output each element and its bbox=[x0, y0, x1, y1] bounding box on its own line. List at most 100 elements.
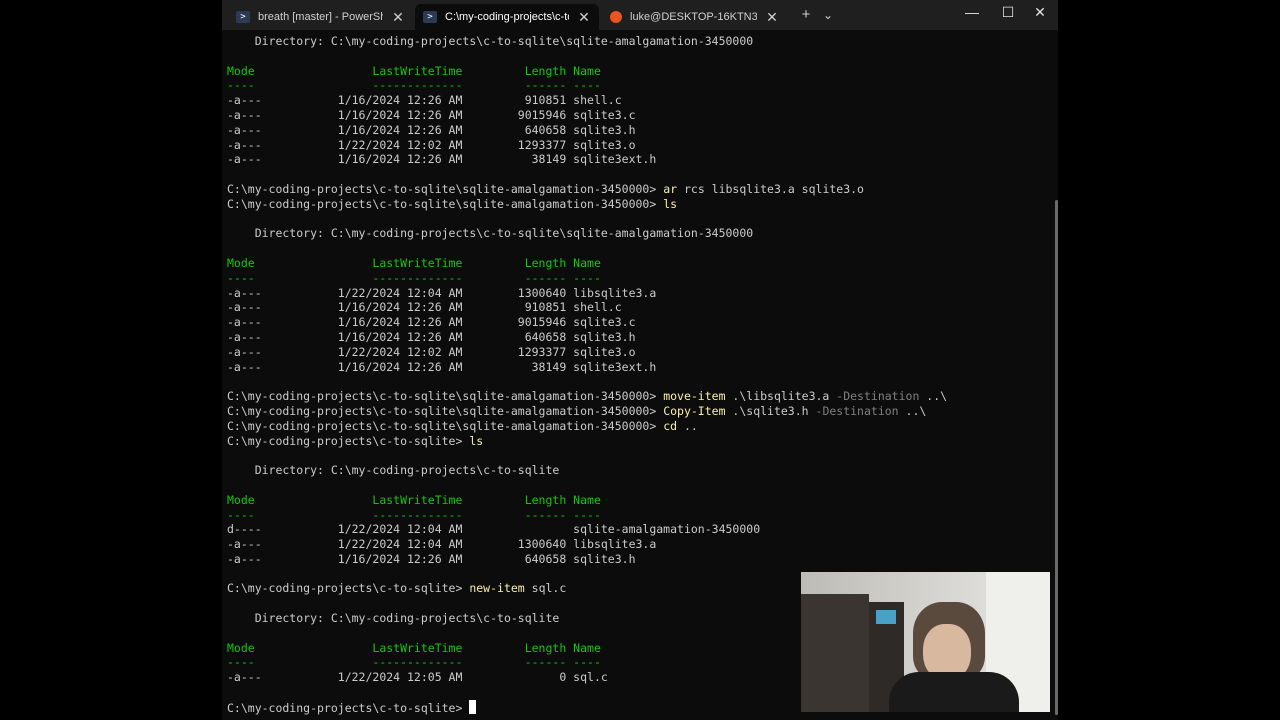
terminal-line: -a--- 1/16/2024 12:26 AM 9015946 sqlite3… bbox=[227, 108, 1047, 123]
terminal-text: .\libsqlite3.a bbox=[725, 389, 837, 404]
terminal-text: -a--- 1/16/2024 12:26 AM 640658 sqlite3.… bbox=[227, 122, 636, 137]
minimize-button[interactable]: — bbox=[954, 0, 990, 26]
tab-title: breath [master] - PowerShell 7.2 bbox=[258, 11, 383, 23]
close-icon[interactable]: ✕ bbox=[765, 9, 779, 26]
terminal-line: ---- ------------- ------ ---- bbox=[227, 508, 1047, 523]
terminal-text: -a--- 1/16/2024 12:26 AM 38149 sqlite3ex… bbox=[227, 359, 657, 374]
terminal-text: -a--- 1/16/2024 12:26 AM 640658 sqlite3.… bbox=[227, 329, 636, 344]
terminal-line: -a--- 1/16/2024 12:26 AM 910851 shell.c bbox=[227, 300, 1047, 315]
terminal-text: C:\my-coding-projects\c-to-sqlite> bbox=[227, 433, 470, 448]
terminal-text: Directory: C:\my-coding-projects\c-to-sq… bbox=[227, 463, 560, 478]
terminal-line: C:\my-coding-projects\c-to-sqlite\sqlite… bbox=[227, 419, 1047, 434]
terminal-line: C:\my-coding-projects\c-to-sqlite\sqlite… bbox=[227, 182, 1047, 197]
terminal-line: -a--- 1/16/2024 12:26 AM 9015946 sqlite3… bbox=[227, 315, 1047, 330]
text-cursor bbox=[469, 699, 477, 714]
terminal-text: rcs libsqlite3.a sqlite3.o bbox=[677, 181, 864, 196]
terminal-line: -a--- 1/16/2024 12:26 AM 38149 sqlite3ex… bbox=[227, 152, 1047, 167]
scrollbar[interactable] bbox=[1055, 200, 1058, 715]
terminal-text: new-item bbox=[469, 581, 525, 596]
terminal-text: -a--- 1/16/2024 12:26 AM 38149 sqlite3ex… bbox=[227, 152, 657, 167]
terminal-text: Directory: C:\my-coding-projects\c-to-sq… bbox=[227, 611, 560, 626]
terminal-text: d---- 1/22/2024 12:04 AM sqlite-amalgama… bbox=[227, 522, 761, 537]
terminal-text: C:\my-coding-projects\c-to-sqlite\sqlite… bbox=[227, 403, 664, 418]
close-icon[interactable]: ✕ bbox=[391, 9, 405, 26]
terminal-text: -a--- 1/16/2024 12:26 AM 910851 shell.c bbox=[227, 93, 622, 108]
new-tab-button[interactable]: + bbox=[796, 6, 816, 24]
close-window-button[interactable]: ✕ bbox=[1022, 0, 1058, 26]
terminal-line: -a--- 1/22/2024 12:02 AM 1293377 sqlite3… bbox=[227, 345, 1047, 360]
terminal-line: Mode LastWriteTime Length Name bbox=[227, 493, 1047, 508]
terminal-text: C:\my-coding-projects\c-to-sqlite\sqlite… bbox=[227, 196, 664, 211]
terminal-line: -a--- 1/16/2024 12:26 AM 640658 sqlite3.… bbox=[227, 552, 1047, 567]
terminal-text: -a--- 1/22/2024 12:04 AM 1300640 libsqli… bbox=[227, 285, 657, 300]
terminal-text: Copy-Item bbox=[663, 403, 726, 418]
terminal-line: -a--- 1/22/2024 12:04 AM 1300640 libsqli… bbox=[227, 286, 1047, 301]
terminal-text: -Destination bbox=[836, 389, 920, 404]
terminal-line: -a--- 1/16/2024 12:26 AM 640658 sqlite3.… bbox=[227, 330, 1047, 345]
terminal-line: Mode LastWriteTime Length Name bbox=[227, 256, 1047, 271]
terminal-text: -a--- 1/22/2024 12:02 AM 1293377 sqlite3… bbox=[227, 344, 636, 359]
terminal-text: ..\ bbox=[898, 403, 927, 418]
terminal-line: d---- 1/22/2024 12:04 AM sqlite-amalgama… bbox=[227, 522, 1047, 537]
tab-powershell-breath[interactable]: > breath [master] - PowerShell 7.2 ✕ bbox=[228, 4, 413, 30]
terminal-text: C:\my-coding-projects\c-to-sqlite\sqlite… bbox=[227, 418, 664, 433]
terminal-text: -a--- 1/16/2024 12:26 AM 640658 sqlite3.… bbox=[227, 551, 636, 566]
terminal-text: ---- ------------- ------ ---- bbox=[227, 270, 601, 285]
terminal-text: C:\my-coding-projects\c-to-sqlite\sqlite… bbox=[227, 181, 664, 196]
tab-title: C:\my-coding-projects\c-to-sqlite bbox=[445, 11, 569, 23]
tab-c-to-sqlite[interactable]: > C:\my-coding-projects\c-to-sqlite ✕ bbox=[415, 4, 599, 30]
terminal-line: Directory: C:\my-coding-projects\c-to-sq… bbox=[227, 226, 1047, 241]
terminal-line: -a--- 1/16/2024 12:26 AM 640658 sqlite3.… bbox=[227, 123, 1047, 138]
tab-ubuntu[interactable]: luke@DESKTOP-16KTN37: ~ ✕ bbox=[602, 4, 787, 30]
terminal-text: ls bbox=[663, 196, 678, 211]
terminal-text: -a--- 1/22/2024 12:02 AM 1293377 sqlite3… bbox=[227, 137, 636, 152]
terminal-text: Mode LastWriteTime Length Name bbox=[227, 492, 601, 507]
powershell-icon: > bbox=[423, 11, 437, 23]
terminal-text: C:\my-coding-projects\c-to-sqlite\sqlite… bbox=[227, 389, 664, 404]
terminal-line: ---- ------------- ------ ---- bbox=[227, 271, 1047, 286]
terminal-line: -a--- 1/22/2024 12:02 AM 1293377 sqlite3… bbox=[227, 138, 1047, 153]
terminal-text: cd bbox=[663, 418, 678, 433]
terminal-text: -a--- 1/16/2024 12:26 AM 9015946 sqlite3… bbox=[227, 315, 636, 330]
terminal-text: -a--- 1/22/2024 12:04 AM 1300640 libsqli… bbox=[227, 537, 657, 552]
terminal-text: ---- ------------- ------ ---- bbox=[227, 78, 601, 93]
terminal-text: sql.c bbox=[524, 581, 567, 596]
terminal-text: .. bbox=[677, 418, 698, 433]
terminal-line: -a--- 1/16/2024 12:26 AM 38149 sqlite3ex… bbox=[227, 360, 1047, 375]
terminal-line: Directory: C:\my-coding-projects\c-to-sq… bbox=[227, 463, 1047, 478]
terminal-text: -a--- 1/16/2024 12:26 AM 910851 shell.c bbox=[227, 300, 622, 315]
chevron-down-icon[interactable]: ⌄ bbox=[820, 6, 836, 24]
terminal-text: ..\ bbox=[919, 389, 948, 404]
maximize-button[interactable]: ☐ bbox=[990, 0, 1026, 26]
terminal-line: ---- ------------- ------ ---- bbox=[227, 78, 1047, 93]
terminal-line: Directory: C:\my-coding-projects\c-to-sq… bbox=[227, 34, 1047, 49]
terminal-line: Mode LastWriteTime Length Name bbox=[227, 64, 1047, 79]
ubuntu-icon bbox=[610, 11, 622, 23]
terminal-text: move-item bbox=[663, 389, 726, 404]
tab-title: luke@DESKTOP-16KTN37: ~ bbox=[630, 11, 757, 23]
terminal-text: ---- ------------- ------ ---- bbox=[227, 655, 601, 670]
tab-bar: > breath [master] - PowerShell 7.2 ✕ > C… bbox=[222, 0, 1058, 30]
webcam-overlay bbox=[801, 572, 1050, 712]
terminal-text: -a--- 1/16/2024 12:26 AM 9015946 sqlite3… bbox=[227, 107, 636, 122]
terminal-line: -a--- 1/22/2024 12:04 AM 1300640 libsqli… bbox=[227, 537, 1047, 552]
terminal-text: -Destination bbox=[815, 403, 899, 418]
terminal-text: Mode LastWriteTime Length Name bbox=[227, 63, 601, 78]
close-icon[interactable]: ✕ bbox=[577, 9, 591, 26]
terminal-text: C:\my-coding-projects\c-to-sqlite> bbox=[227, 581, 470, 596]
bookshelf bbox=[801, 594, 869, 712]
terminal-text: C:\my-coding-projects\c-to-sqlite> bbox=[227, 700, 470, 715]
terminal-text: ---- ------------- ------ ---- bbox=[227, 507, 601, 522]
terminal-text: Directory: C:\my-coding-projects\c-to-sq… bbox=[227, 226, 754, 241]
terminal-text: .\sqlite3.h bbox=[725, 403, 816, 418]
terminal-line: C:\my-coding-projects\c-to-sqlite\sqlite… bbox=[227, 389, 1047, 404]
terminal-text: ls bbox=[469, 433, 484, 448]
terminal-text: Directory: C:\my-coding-projects\c-to-sq… bbox=[227, 34, 754, 48]
